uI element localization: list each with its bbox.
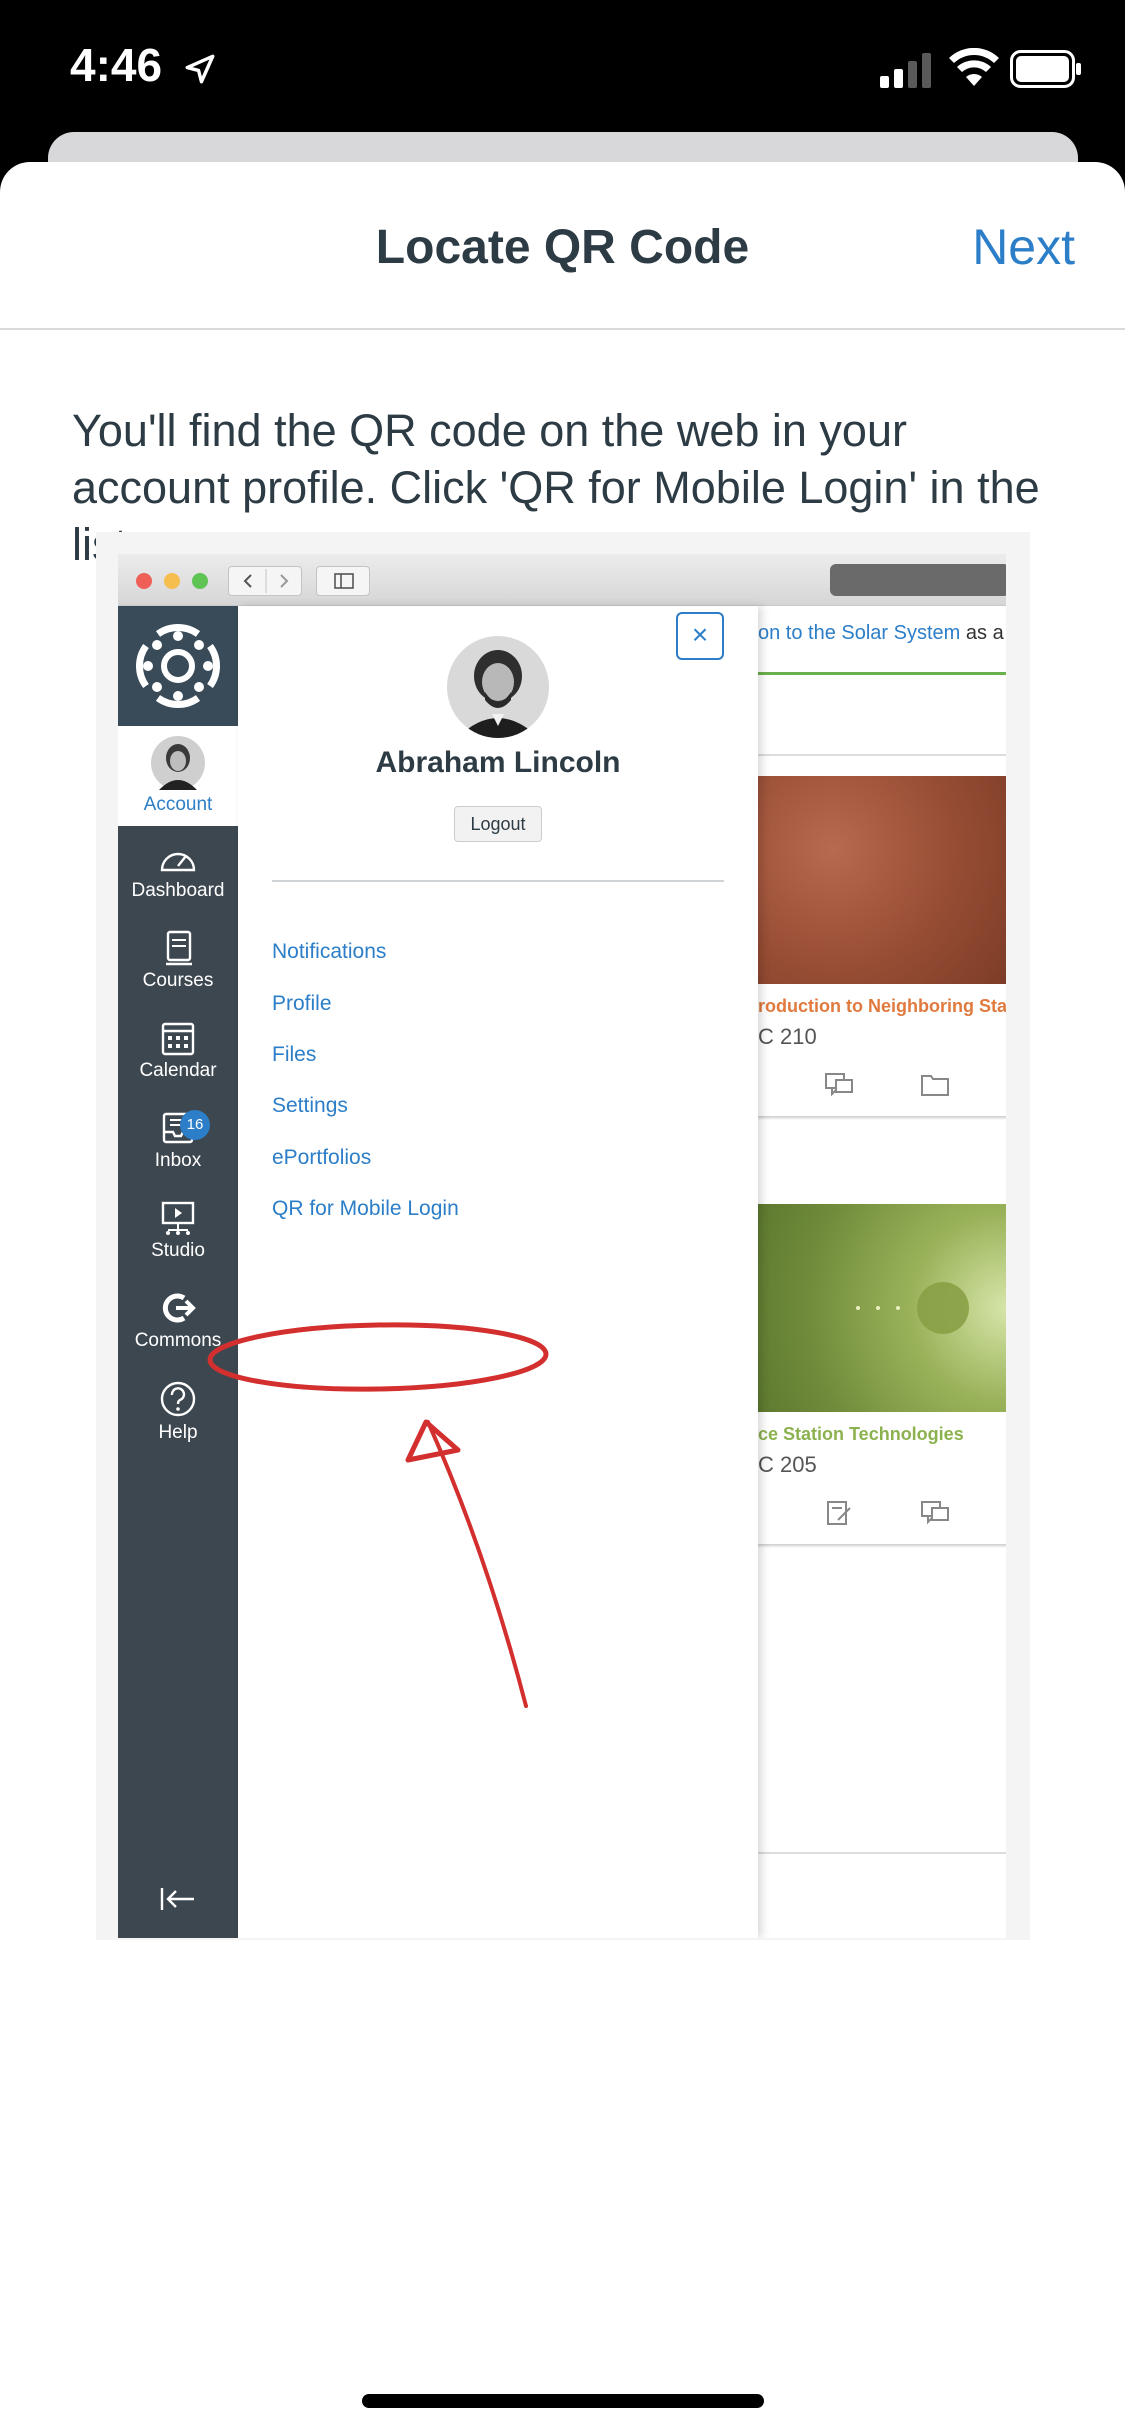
discussion-icon bbox=[921, 1501, 949, 1525]
sidebar-item-help: Help bbox=[118, 1380, 238, 1444]
course-card-image bbox=[758, 776, 1006, 984]
battery-icon bbox=[1010, 50, 1081, 88]
course-card-title: roduction to Neighboring Sta bbox=[758, 996, 1006, 1016]
tray-link-settings: Settings bbox=[272, 1094, 348, 1117]
sidebar-item-inbox: 16 Inbox bbox=[118, 1110, 238, 1172]
wifi-icon bbox=[949, 48, 999, 86]
home-indicator[interactable] bbox=[362, 2394, 764, 2408]
browser-titlebar bbox=[118, 554, 1006, 606]
background-page: on to the Solar System as a roduction to… bbox=[758, 606, 1006, 1938]
course-card-code: C 205 bbox=[758, 1452, 817, 1477]
canvas-logo-icon bbox=[136, 624, 220, 708]
maximize-dot-icon bbox=[192, 573, 208, 589]
assignment-icon bbox=[827, 1501, 851, 1525]
close-tray-button: × bbox=[676, 612, 724, 660]
close-dot-icon bbox=[136, 573, 152, 589]
help-icon bbox=[160, 1381, 196, 1417]
location-arrow-icon bbox=[185, 54, 215, 84]
sidebar-item-courses: Courses bbox=[118, 930, 238, 992]
sidebar-item-account: Account bbox=[118, 726, 238, 826]
sidebar-item-commons: Commons bbox=[118, 1290, 238, 1352]
studio-icon bbox=[161, 1201, 195, 1235]
page-title: Locate QR Code bbox=[375, 221, 750, 274]
profile-name: Abraham Lincoln bbox=[375, 746, 621, 779]
back-forward-buttons bbox=[228, 566, 302, 596]
course-card-image bbox=[758, 1204, 1006, 1412]
course-card-code: C 210 bbox=[758, 1024, 817, 1049]
canvas-logo bbox=[118, 606, 238, 726]
browser-window: Account Dashboard Courses Calendar 16 In… bbox=[118, 554, 1006, 1938]
tray-divider bbox=[272, 880, 724, 882]
global-navigation: Account Dashboard Courses Calendar 16 In… bbox=[118, 606, 238, 1938]
course-card-title: ce Station Technologies bbox=[758, 1424, 964, 1444]
divider bbox=[758, 754, 1006, 756]
tray-link-qr-mobile-login: QR for Mobile Login bbox=[272, 1197, 459, 1220]
sidebar-toggle-icon bbox=[316, 566, 370, 596]
sidebar-label-help: Help bbox=[158, 1422, 198, 1443]
announcement-border bbox=[758, 672, 1006, 675]
tray-link-files: Files bbox=[272, 1043, 317, 1066]
next-button[interactable]: Next bbox=[972, 218, 1075, 276]
sidebar-label-inbox: Inbox bbox=[154, 1150, 202, 1171]
dashboard-icon bbox=[160, 852, 196, 872]
collapse-sidebar-icon bbox=[160, 1888, 194, 1910]
announcement-text: on to the Solar System as a bbox=[758, 622, 1004, 644]
folder-icon bbox=[921, 1075, 949, 1096]
navigation-bar: Locate QR Code Next bbox=[0, 162, 1125, 330]
tray-link-notifications: Notifications bbox=[272, 940, 387, 963]
sidebar-label-courses: Courses bbox=[142, 970, 214, 991]
calendar-icon bbox=[161, 1022, 195, 1056]
sidebar-item-dashboard: Dashboard bbox=[118, 842, 238, 902]
sidebar-item-calendar: Calendar bbox=[118, 1020, 238, 1082]
tray-link-eportfolios: ePortfolios bbox=[272, 1146, 372, 1169]
profile-avatar bbox=[447, 636, 549, 738]
courses-icon bbox=[166, 930, 192, 966]
inbox-unread-badge: 16 bbox=[180, 1110, 210, 1140]
sidebar-label-calendar: Calendar bbox=[139, 1060, 217, 1081]
sidebar-label-commons: Commons bbox=[134, 1330, 222, 1351]
tray-link-profile: Profile bbox=[272, 992, 332, 1015]
account-avatar bbox=[151, 736, 205, 790]
instruction-illustration: Account Dashboard Courses Calendar 16 In… bbox=[96, 532, 1030, 1940]
status-time: 4:46 bbox=[70, 39, 163, 91]
account-tray: × Abraham Lincoln Logout Notifications P… bbox=[238, 606, 758, 1938]
minimize-dot-icon bbox=[164, 573, 180, 589]
status-bar: 4:46 bbox=[0, 0, 1125, 140]
discussion-icon bbox=[825, 1073, 853, 1097]
logout-button: Logout bbox=[454, 806, 542, 842]
sidebar-label-dashboard: Dashboard bbox=[131, 880, 225, 901]
sidebar-item-studio: Studio bbox=[118, 1200, 238, 1262]
address-bar bbox=[830, 564, 1006, 596]
sidebar-label-account: Account bbox=[143, 794, 213, 815]
commons-icon bbox=[162, 1293, 196, 1323]
divider bbox=[758, 1852, 1006, 1854]
cellular-signal-icon bbox=[880, 53, 931, 88]
sidebar-label-studio: Studio bbox=[151, 1240, 205, 1261]
